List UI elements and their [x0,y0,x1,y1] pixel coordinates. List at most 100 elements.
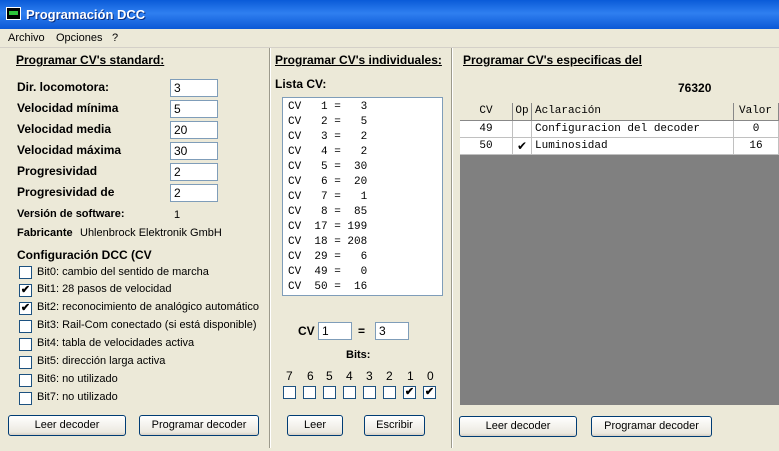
velocidad-media-label: Velocidad media [17,122,112,136]
specific-program-button[interactable]: Programar decoder [591,416,712,437]
bits-label: Bits: [346,349,371,361]
individual-write-button[interactable]: Escribir [364,415,425,436]
list-item[interactable]: CV 49 = 0 [288,266,367,278]
cell-op[interactable] [513,121,532,138]
bit1-label: Bit1: 28 pasos de velocidad [37,283,172,295]
bit6-toggle-checkbox[interactable] [303,386,316,399]
cv-number-label: CV [298,324,315,338]
standard-program-button[interactable]: Programar decoder [139,415,259,436]
cv-listbox[interactable]: CV 1 = 3 CV 2 = 5 CV 3 = 2 CV 4 = 2 CV 5… [282,97,443,296]
bit3-toggle-checkbox[interactable] [363,386,376,399]
cell-aclaracion[interactable]: Luminosidad [532,138,734,155]
velocidad-minima-input[interactable] [170,100,218,118]
specific-cv-grid[interactable]: CV Op Aclaración Valor 49 Configuracion … [460,103,779,405]
bit-number: 2 [386,369,393,383]
bit5-toggle-checkbox[interactable] [323,386,336,399]
list-item[interactable]: CV 7 = 1 [288,191,367,203]
list-item[interactable]: CV 17 = 199 [288,221,367,233]
cell-cv[interactable]: 49 [460,121,513,138]
bit-number: 5 [326,369,333,383]
bit6-label: Bit6: no utilizado [37,373,118,385]
table-row[interactable]: 50 ✔ Luminosidad 16 [460,138,779,155]
bit4-label: Bit4: tabla de velocidades activa [37,337,195,349]
bit3-checkbox[interactable] [19,320,32,333]
cell-valor[interactable]: 16 [734,138,779,155]
maker-value: Uhlenbrock Elektronik GmbH [80,227,222,239]
list-item[interactable]: CV 8 = 85 [288,206,367,218]
list-item[interactable]: CV 29 = 6 [288,251,367,263]
bit-number: 6 [307,369,314,383]
standard-heading: Programar CV's standard: [16,53,165,67]
dir-locomotora-input[interactable] [170,79,218,97]
bit5-label: Bit5: dirección larga activa [37,355,166,367]
bit7-checkbox[interactable] [19,392,32,405]
title-bar: Programación DCC [0,0,779,29]
bit0-checkbox[interactable] [19,266,32,279]
cv-number-input[interactable] [318,322,352,340]
bit2-label: Bit2: reconocimiento de analógico automá… [37,301,259,313]
bit-number: 1 [407,369,414,383]
cell-aclaracion[interactable]: Configuracion del decoder [532,121,734,138]
velocidad-maxima-input[interactable] [170,142,218,160]
individual-read-button[interactable]: Leer [287,415,343,436]
software-version-label: Versión de software: [17,208,125,220]
column-header-op[interactable]: Op [513,103,532,121]
list-item[interactable]: CV 6 = 20 [288,176,367,188]
cell-valor[interactable]: 0 [734,121,779,138]
progresividad-de-input[interactable] [170,184,218,202]
bit4-checkbox[interactable] [19,338,32,351]
bit-number: 7 [286,369,293,383]
bit1-toggle-checkbox[interactable]: ✔ [403,386,416,399]
bit-number: 4 [346,369,353,383]
bit1-checkbox[interactable]: ✔ [19,284,32,297]
decoder-id: 76320 [678,81,712,95]
bit4-toggle-checkbox[interactable] [343,386,356,399]
menu-help[interactable]: ? [112,32,118,44]
list-item[interactable]: CV 2 = 5 [288,116,367,128]
dir-locomotora-label: Dir. locomotora: [17,80,110,94]
progresividad-de-label: Progresividad de [17,185,115,199]
list-item[interactable]: CV 50 = 16 [288,281,367,293]
bit2-checkbox[interactable]: ✔ [19,302,32,315]
progresividad-label: Progresividad [17,164,98,178]
bit-number: 0 [427,369,434,383]
specific-heading: Programar CV's especificas del [463,53,642,67]
bit0-label: Bit0: cambio del sentido de marcha [37,266,209,278]
progresividad-input[interactable] [170,163,218,181]
cell-cv[interactable]: 50 [460,138,513,155]
individual-heading: Programar CV's individuales: [275,53,442,67]
bit6-checkbox[interactable] [19,374,32,387]
maker-label: Fabricante [17,227,73,239]
column-header-valor[interactable]: Valor [734,103,779,121]
list-item[interactable]: CV 1 = 3 [288,101,367,113]
list-item[interactable]: CV 5 = 30 [288,161,367,173]
velocidad-maxima-label: Velocidad máxima [17,143,122,157]
bit0-toggle-checkbox[interactable]: ✔ [423,386,436,399]
bit7-label: Bit7: no utilizado [37,391,118,403]
software-version-value: 1 [174,209,181,221]
column-header-aclaracion[interactable]: Aclaración [532,103,734,121]
cv-list-label: Lista CV: [275,77,327,91]
checkmark-icon[interactable]: ✔ [513,138,532,155]
specific-read-button[interactable]: Leer decoder [459,416,577,437]
window-title: Programación DCC [26,7,146,22]
standard-read-button[interactable]: Leer decoder [8,415,126,436]
bit7-toggle-checkbox[interactable] [283,386,296,399]
bit5-checkbox[interactable] [19,356,32,369]
bit3-label: Bit3: Rail-Com conectado (si está dispon… [37,319,257,331]
equals-sign: = [358,324,366,338]
list-item[interactable]: CV 3 = 2 [288,131,367,143]
list-item[interactable]: CV 18 = 208 [288,236,367,248]
menu-archivo[interactable]: Archivo [8,32,45,44]
velocidad-minima-label: Velocidad mínima [17,101,119,115]
table-row[interactable]: 49 Configuracion del decoder 0 [460,121,779,138]
velocidad-media-input[interactable] [170,121,218,139]
cv-value-input[interactable] [375,322,409,340]
menu-bar: Archivo Opciones ? [0,29,779,48]
menu-opciones[interactable]: Opciones [56,32,102,44]
list-item[interactable]: CV 4 = 2 [288,146,367,158]
bit2-toggle-checkbox[interactable] [383,386,396,399]
config-dcc-label: Configuración DCC (CV [17,248,152,262]
column-header-cv[interactable]: CV [460,103,513,121]
app-icon [6,7,21,20]
